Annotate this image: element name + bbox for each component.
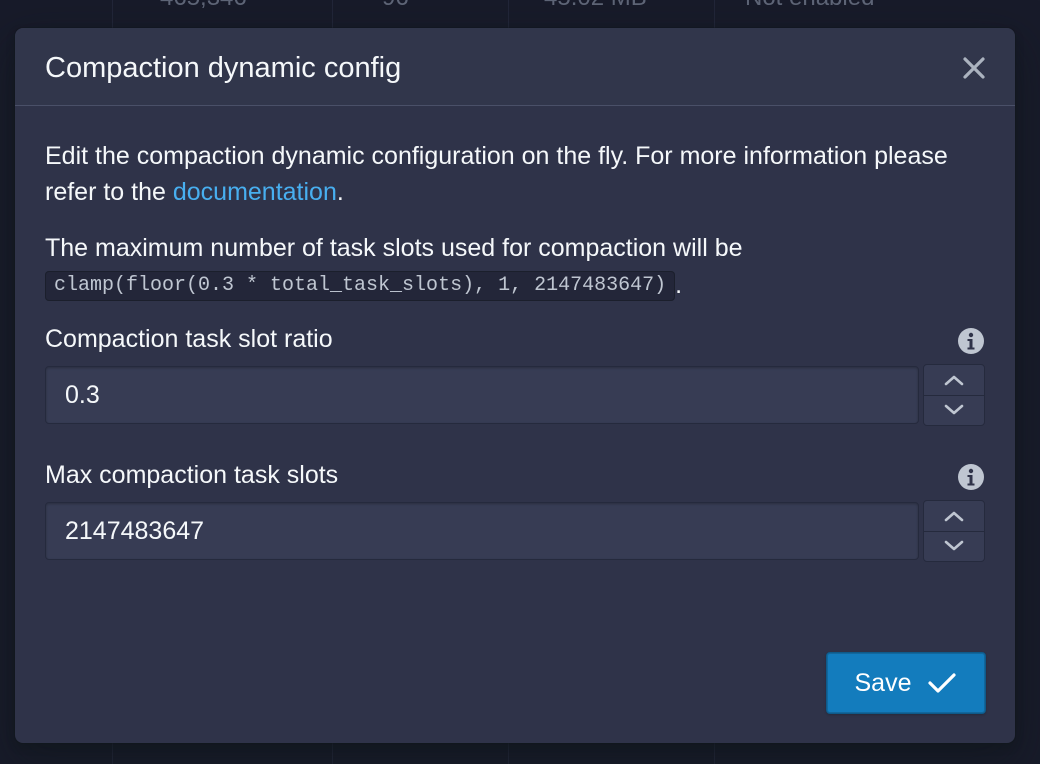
documentation-link[interactable]: documentation	[173, 178, 337, 206]
intro-end: .	[336, 178, 344, 206]
max-slots-stepper	[923, 500, 985, 562]
chevron-down-icon	[944, 404, 964, 415]
save-label: Save	[854, 668, 912, 697]
slot-ratio-input[interactable]	[45, 366, 919, 424]
increment-button[interactable]	[924, 501, 984, 532]
table-cell: 45.02 MB	[544, 0, 647, 14]
max-slots-input[interactable]	[45, 502, 919, 560]
increment-button[interactable]	[924, 365, 984, 396]
checkmark-icon	[928, 673, 957, 693]
info-icon[interactable]	[957, 327, 985, 355]
save-button[interactable]: Save	[826, 652, 986, 714]
formula-end: .	[675, 271, 683, 299]
slot-ratio-stepper	[923, 364, 985, 426]
decrement-button[interactable]	[924, 395, 984, 425]
dialog-body: Edit the compaction dynamic configuratio…	[45, 138, 985, 562]
dialog-title: Compaction dynamic config	[45, 52, 402, 84]
intro-paragraph: Edit the compaction dynamic configuratio…	[45, 138, 985, 210]
close-button[interactable]	[958, 52, 990, 84]
formula-code: clamp(floor(0.3 * total_task_slots), 1, …	[45, 271, 676, 302]
table-row: 465,346 96 45.02 MB Not enabled	[0, 0, 1040, 14]
table-cell: Not enabled	[745, 0, 874, 14]
formula-text: The maximum number of task slots used fo…	[45, 234, 743, 262]
table-cell: 96	[382, 0, 409, 14]
chevron-up-icon	[944, 511, 964, 522]
max-slots-label: Max compaction task slots	[45, 461, 339, 489]
decrement-button[interactable]	[924, 531, 984, 561]
slot-ratio-label: Compaction task slot ratio	[45, 325, 333, 353]
close-icon	[963, 57, 985, 79]
chevron-down-icon	[944, 540, 964, 551]
compaction-config-dialog: Compaction dynamic config Edit the compa…	[15, 28, 1015, 743]
dialog-header: Compaction dynamic config	[15, 28, 1015, 106]
info-icon[interactable]	[957, 463, 985, 491]
table-cell: 465,346	[160, 0, 247, 14]
chevron-up-icon	[944, 375, 964, 386]
formula-line: clamp(floor(0.3 * total_task_slots), 1, …	[45, 271, 683, 302]
